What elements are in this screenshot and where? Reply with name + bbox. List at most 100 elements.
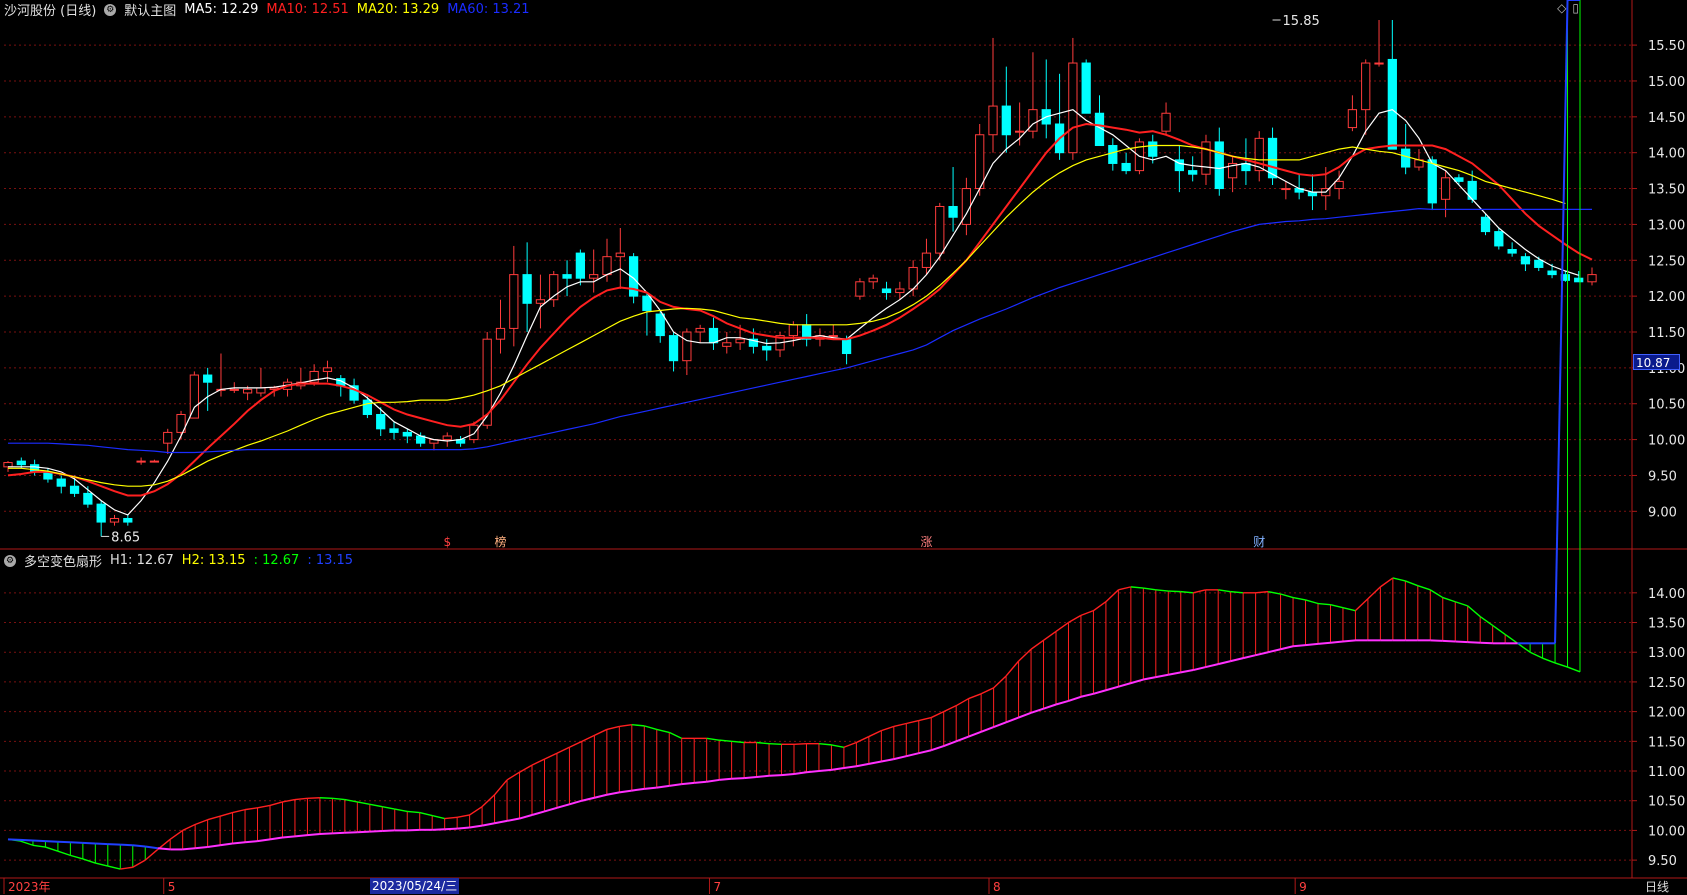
period-button[interactable]: 日线 <box>1645 878 1669 895</box>
h1-segment <box>1043 630 1057 641</box>
h1-segment <box>1379 577 1394 588</box>
h1-segment <box>144 848 159 861</box>
h2-segment <box>307 832 320 837</box>
h1-segment <box>45 846 59 852</box>
h1-segment <box>419 811 433 817</box>
h2-segment <box>332 831 345 835</box>
candle-body <box>69 485 80 494</box>
h2-segment <box>556 803 570 809</box>
h2-segment <box>195 846 208 850</box>
h2-segment <box>868 760 882 765</box>
candle-body <box>1387 58 1397 150</box>
candle-body <box>682 331 692 362</box>
h1-segment <box>219 811 233 817</box>
template-name[interactable]: 默认主图 <box>124 0 176 19</box>
extreme-value-label: 8.65 <box>111 530 140 545</box>
h2-segment <box>906 752 919 758</box>
h1-segment <box>1143 587 1156 591</box>
stock-title[interactable]: 沙河股份 (日线) <box>4 0 96 19</box>
y-tick-label: 10.00 <box>1648 824 1685 839</box>
candle-body <box>136 460 146 463</box>
h1-segment <box>357 801 370 805</box>
h2-segment <box>831 767 845 771</box>
x-tick-label: 5 <box>168 880 176 894</box>
window-icon[interactable]: ▯ <box>1572 1 1585 15</box>
h1-segment <box>1317 602 1331 606</box>
h2-segment <box>1205 663 1219 669</box>
diamond-icon[interactable]: ◇ <box>1557 1 1572 15</box>
y-tick-label: 13.00 <box>1648 646 1685 661</box>
h1-segment <box>169 829 184 840</box>
h1-segment <box>194 819 208 826</box>
h2-segment <box>1068 695 1082 702</box>
candle-body <box>868 277 878 283</box>
candle-body <box>1081 62 1091 114</box>
h2-segment <box>544 806 558 813</box>
window-controls: ◇▯ <box>1557 1 1585 15</box>
candle-body <box>575 252 585 279</box>
h1-segment <box>1105 589 1119 603</box>
h1-segment <box>893 722 907 728</box>
h2-segment <box>619 789 632 794</box>
h1-segment <box>918 716 932 722</box>
h1-segment <box>1280 593 1294 599</box>
candle-body <box>668 335 679 362</box>
candle-body <box>1454 177 1464 182</box>
h1-segment <box>656 728 670 734</box>
y-tick-label: 9.50 <box>1648 469 1677 484</box>
candle-body <box>1121 162 1131 172</box>
h2-segment <box>581 796 595 802</box>
candle-body <box>895 288 905 294</box>
h1-segment <box>1068 614 1082 624</box>
indicator-settings-icon[interactable]: ⚙ <box>4 554 16 567</box>
h2-segment <box>57 840 71 844</box>
candle-body <box>495 327 506 340</box>
h2-segment <box>1143 676 1156 681</box>
candle-body <box>1427 159 1437 204</box>
candle-body <box>109 517 120 523</box>
indicator-header: ⚙ 多空变色扇形 H1: 12.67 H2: 13.15 : 12.67 : 1… <box>4 551 353 570</box>
h1-segment <box>868 729 882 738</box>
y-tick-label: 12.50 <box>1648 254 1685 269</box>
y-tick-label: 13.00 <box>1648 218 1685 233</box>
h2-segment <box>519 814 533 820</box>
h2-segment <box>943 740 957 748</box>
h1-segment <box>20 840 34 846</box>
h1-segment <box>1080 609 1094 617</box>
candle-body <box>96 503 106 523</box>
h1-segment <box>631 723 645 727</box>
h1-segment <box>793 742 807 745</box>
h1-segment <box>1429 589 1444 599</box>
y-tick-label: 11.50 <box>1648 735 1685 750</box>
indicator-name[interactable]: 多空变色扇形 <box>24 551 102 570</box>
h1-segment <box>1030 639 1044 650</box>
h1-segment <box>1180 590 1194 594</box>
h1-segment <box>968 693 982 700</box>
settings-icon[interactable]: ⚙ <box>104 3 117 16</box>
candle-body <box>322 367 333 372</box>
h1-segment <box>1018 648 1032 662</box>
h2-segment <box>1030 707 1044 714</box>
y-tick-label: 10.50 <box>1648 398 1685 413</box>
h1-segment <box>1230 590 1244 594</box>
h2-segment <box>719 777 732 781</box>
h2-segment <box>1455 640 1468 644</box>
h2-segment <box>282 835 296 839</box>
kline-chart[interactable]: 9.00 9.50 10.00 10.50 11.00 11.50 12.00 12.50 13… <box>0 0 1687 895</box>
y-tick-label: 14.00 <box>1648 147 1685 162</box>
candle-body <box>788 324 798 337</box>
x-tick-label: 8 <box>993 880 1001 894</box>
candle-body <box>522 274 532 304</box>
h2-segment <box>1342 639 1356 643</box>
candle-body <box>163 431 173 444</box>
candle-body <box>1361 62 1371 111</box>
candle-body <box>83 492 93 505</box>
candle-body <box>1028 109 1038 132</box>
h2-segment <box>7 838 21 841</box>
h2-segment <box>157 847 171 851</box>
candle-body <box>602 256 612 276</box>
h2-segment <box>930 745 945 752</box>
candle-body <box>123 517 133 523</box>
h2-segment <box>1255 651 1269 657</box>
candle-body <box>1201 141 1211 175</box>
